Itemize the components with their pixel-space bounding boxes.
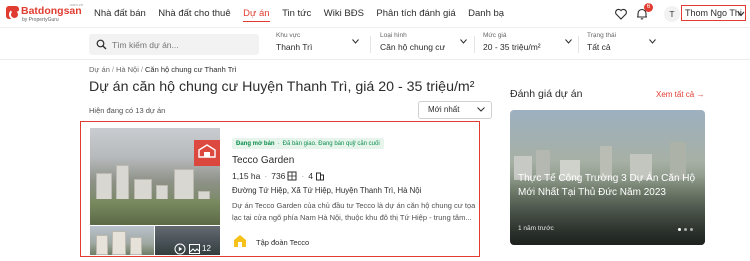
chevron-down-icon[interactable] xyxy=(737,11,745,17)
logo-mark-icon xyxy=(6,6,20,20)
apartment-icon xyxy=(287,171,297,181)
play-video-icon[interactable] xyxy=(174,243,186,255)
review-time: 1 năm trước xyxy=(518,225,554,232)
project-status-badge: Đang mở bán · Đã bàn giao. Đang bán quỹ … xyxy=(232,138,384,149)
meta-separator: · xyxy=(264,171,268,181)
filter-divider xyxy=(578,36,579,53)
carousel-dot[interactable] xyxy=(678,228,681,231)
avatar[interactable]: T xyxy=(664,6,680,22)
chevron-down-icon xyxy=(565,39,572,44)
search-icon xyxy=(96,39,107,50)
logo-subtitle: by PropertyGuru xyxy=(22,17,59,23)
meta-separator: · xyxy=(301,171,305,181)
nav-item-nha-dat-cho-thue[interactable]: Nhà đất cho thuê xyxy=(158,0,230,28)
project-main-image[interactable] xyxy=(90,128,220,225)
filter-label: Mức giá xyxy=(483,32,507,39)
nav-item-danh-ba[interactable]: Danh bạ xyxy=(468,0,504,28)
project-name[interactable]: Tecco Garden xyxy=(232,155,294,166)
filter-label: Trạng thái xyxy=(587,32,617,39)
chevron-down-icon xyxy=(460,39,467,44)
logo-domain: .com.vn xyxy=(69,2,84,7)
status-detail-label: Đã bàn giao. Đang bán quỹ căn cuối xyxy=(282,140,380,147)
project-reviews-title: Đánh giá dự án xyxy=(510,88,583,100)
image-gallery-icon xyxy=(189,244,200,254)
page-title: Dự án căn hộ chung cư Huyện Thanh Trì, g… xyxy=(89,79,475,95)
filter-divider xyxy=(370,36,371,53)
filter-value: Căn hộ chung cư xyxy=(380,42,446,52)
breadcrumb-item-ha-noi[interactable]: Hà Nội xyxy=(116,65,139,74)
status-open-label: Đang mở bán xyxy=(236,140,275,147)
search-input[interactable] xyxy=(112,37,252,52)
result-count: Hiện đang có 13 dự án xyxy=(89,106,166,115)
nav-item-tin-tuc[interactable]: Tin tức xyxy=(282,0,311,28)
developer-name[interactable]: Tập đoàn Tecco xyxy=(256,238,309,247)
sort-select[interactable]: Mới nhất xyxy=(418,101,492,119)
filter-khu-vuc[interactable]: Khu vực Thanh Trì xyxy=(276,32,366,57)
sort-value: Mới nhất xyxy=(428,105,460,114)
building-icon xyxy=(315,172,324,181)
breadcrumb: Dự án / Hà Nội / Căn hộ chung cư Thanh Trì xyxy=(89,65,237,74)
nav-item-phan-tich-danh-gia[interactable]: Phân tích đánh giá xyxy=(376,0,455,28)
nav-item-wiki-bds[interactable]: Wiki BĐS xyxy=(324,0,364,28)
filter-divider xyxy=(474,36,475,53)
review-title[interactable]: Thực Tế Công Trường 3 Dự Án Căn Hộ Mới N… xyxy=(518,172,703,200)
filter-bar: Khu vực Thanh Trì Loại hình Căn hộ chung… xyxy=(0,28,750,60)
arrow-right-icon: → xyxy=(696,90,705,99)
notification-count-badge: 6 xyxy=(644,3,653,12)
heart-icon[interactable] xyxy=(614,7,628,21)
search-box[interactable] xyxy=(89,34,259,55)
review-article-card[interactable]: Thực Tế Công Trường 3 Dự Án Căn Hộ Mới N… xyxy=(510,110,705,245)
carousel-dot[interactable] xyxy=(690,228,693,231)
see-all-link[interactable]: Xem tất cả → xyxy=(656,90,704,99)
nav-item-nha-dat-ban[interactable]: Nhà đất bán xyxy=(94,0,146,28)
chevron-down-icon xyxy=(649,39,656,44)
filter-loai-hinh[interactable]: Loại hình Căn hộ chung cư xyxy=(380,32,470,57)
carousel-dots xyxy=(678,228,696,231)
project-area: 1,15 ha xyxy=(232,171,261,181)
filter-value: 20 - 35 triệu/m² xyxy=(483,42,541,52)
media-count: 12 xyxy=(202,244,211,253)
filter-label: Loại hình xyxy=(380,32,407,39)
chevron-down-icon xyxy=(477,107,485,112)
project-meta: 1,15 ha · 736 · 4 xyxy=(232,171,325,181)
project-address: Đường Tứ Hiệp, Xã Tứ Hiệp, Huyện Thanh T… xyxy=(232,186,422,195)
project-buildings: 4 xyxy=(308,171,313,181)
badge-separator: · xyxy=(277,140,280,147)
project-thumbnail-1[interactable] xyxy=(90,226,154,255)
project-description: Dự án Tecco Garden của chủ đầu tư Tecco … xyxy=(232,201,476,222)
breadcrumb-item-current: Căn hộ chung cư Thanh Trì xyxy=(145,65,237,74)
breadcrumb-item-du-an[interactable]: Dự án xyxy=(89,65,110,74)
batdongsan-logo[interactable]: Batdongsan .com.vn by PropertyGuru xyxy=(6,2,86,26)
nav-item-du-an[interactable]: Dự án xyxy=(243,0,271,28)
carousel-dot[interactable] xyxy=(684,228,687,231)
vr-360-icon[interactable] xyxy=(194,140,220,166)
filter-muc-gia[interactable]: Mức giá 20 - 35 triệu/m² xyxy=(483,32,578,57)
developer-logo xyxy=(234,235,246,247)
filter-trang-thai[interactable]: Trạng thái Tất cả xyxy=(587,32,667,57)
project-units: 736 xyxy=(271,171,286,181)
filter-label: Khu vực xyxy=(276,32,301,39)
top-navigation-bar: Batdongsan .com.vn by PropertyGuru Nhà đ… xyxy=(0,0,750,28)
project-card[interactable]: 12 Đang mở bán · Đã bàn giao. Đang bán q… xyxy=(80,121,480,257)
main-nav: Nhà đất bán Nhà đất cho thuê Dự án Tin t… xyxy=(94,0,517,28)
chevron-down-icon xyxy=(352,39,359,44)
